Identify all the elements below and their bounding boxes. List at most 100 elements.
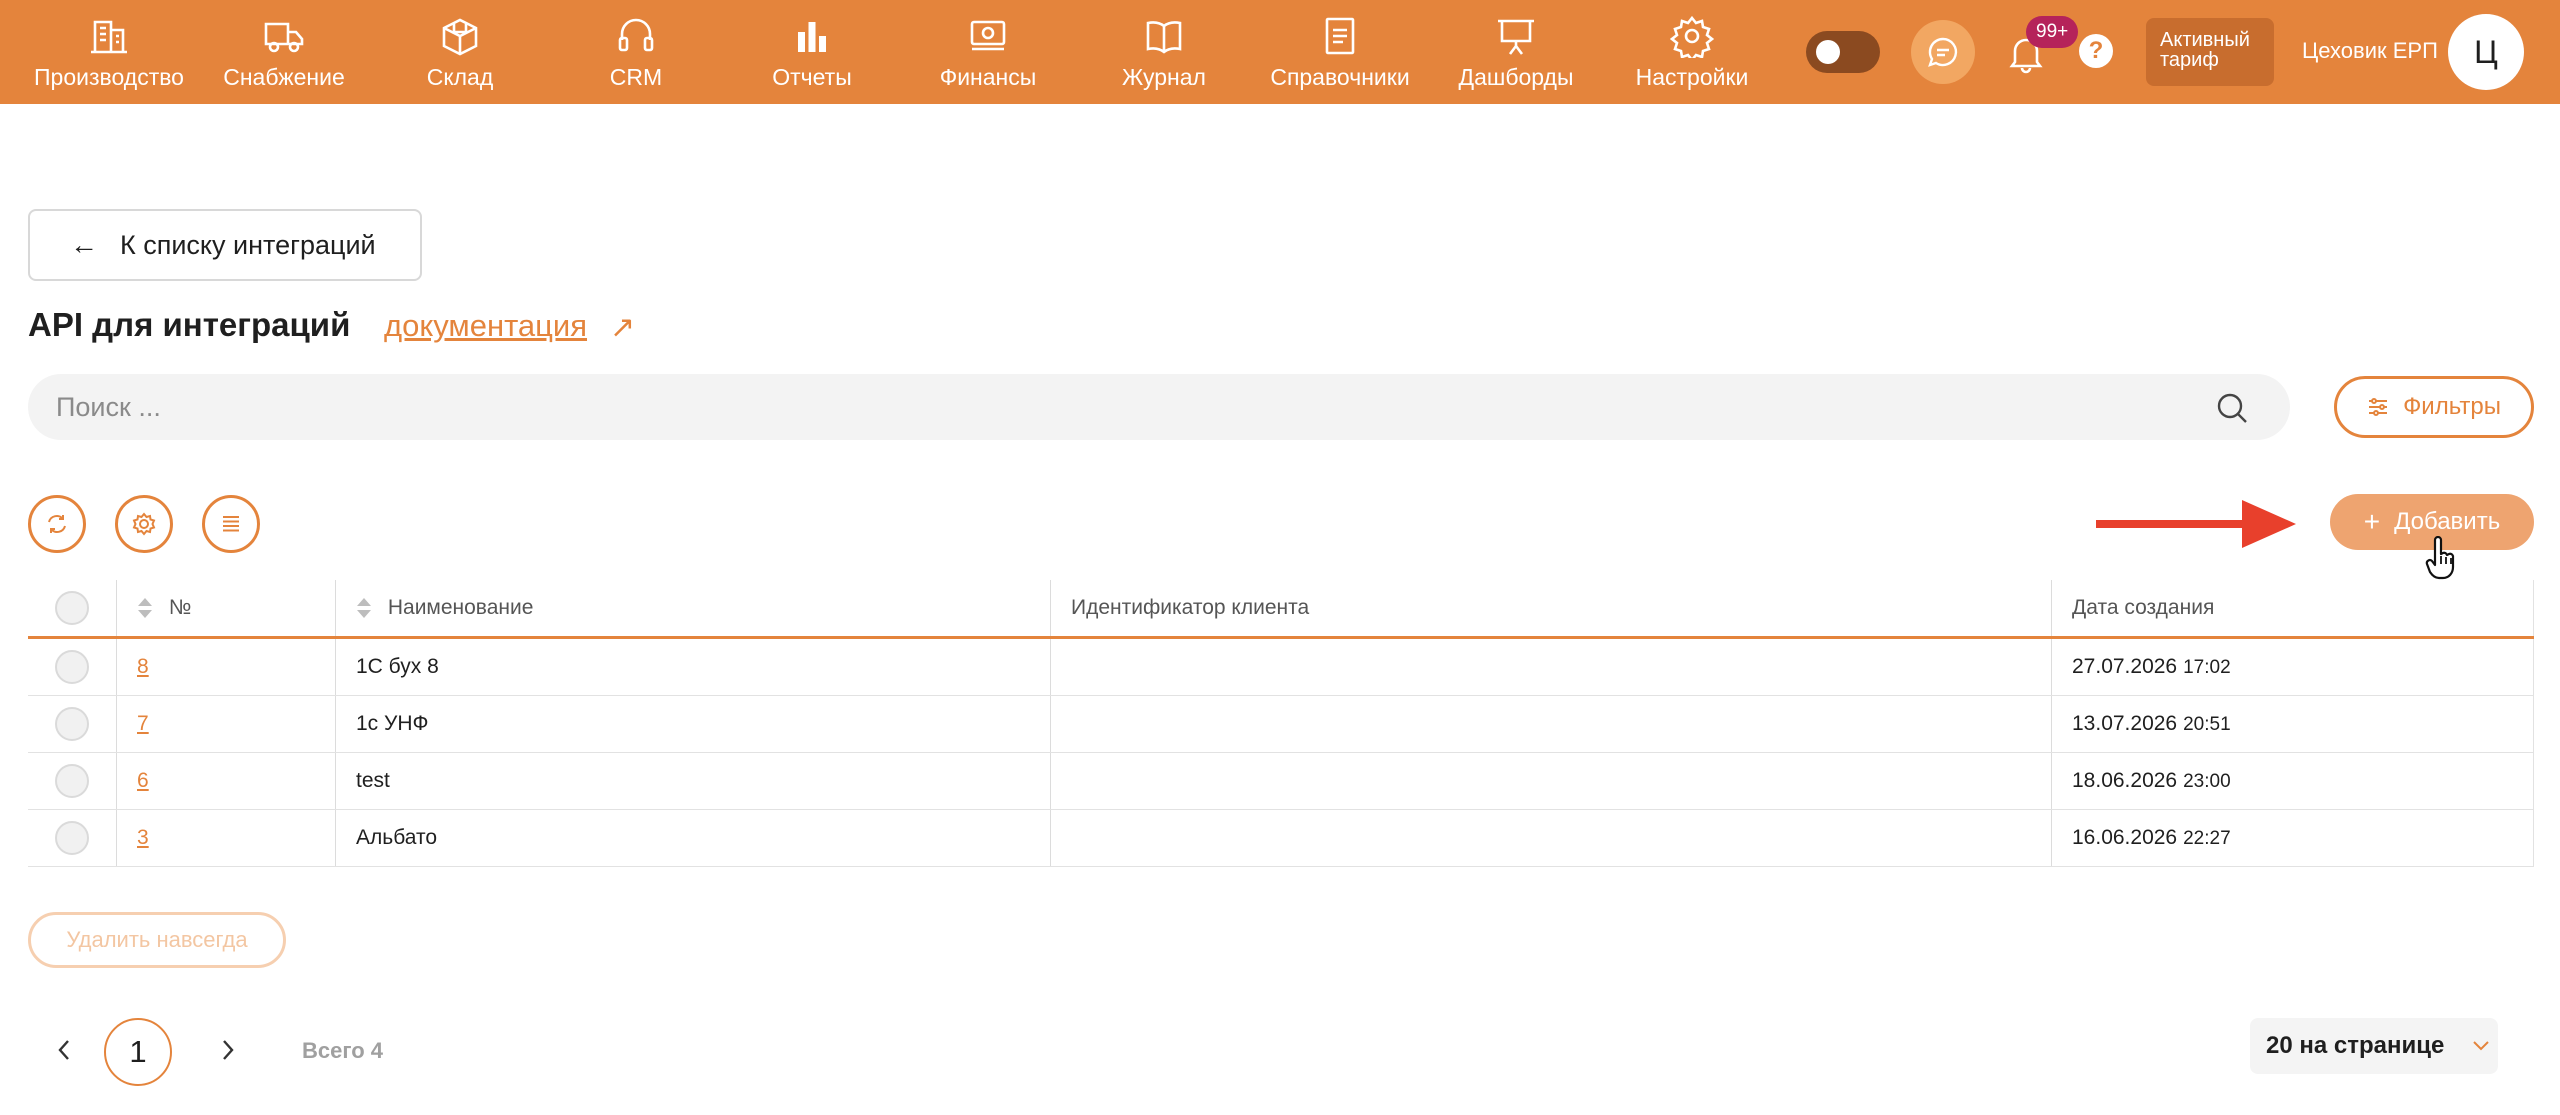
row-checkbox[interactable] (55, 707, 89, 741)
table-row[interactable]: 6 test 18.06.2026 23:00 (28, 752, 2534, 810)
help-button[interactable]: ? (2079, 34, 2113, 68)
nav-item-warehouse[interactable]: Склад (372, 0, 548, 104)
active-tariff-button[interactable]: Активный тариф (2146, 18, 2274, 86)
presentation-board-icon (1494, 14, 1538, 58)
nav-item-reports[interactable]: Отчеты (724, 0, 900, 104)
column-number[interactable]: № (116, 580, 336, 639)
per-page-select[interactable]: 20 на странице (2250, 1018, 2498, 1074)
row-id-link[interactable]: 6 (137, 769, 149, 792)
row-select-cell (28, 809, 117, 867)
truck-icon (262, 14, 306, 58)
row-name: test (335, 752, 1051, 810)
refresh-button[interactable] (28, 495, 86, 553)
search-icon[interactable] (2214, 390, 2250, 426)
column-client-id: Идентификатор клиента (1050, 580, 2052, 639)
chevron-right-icon[interactable] (216, 1036, 240, 1064)
row-id-cell: 3 (116, 809, 336, 867)
chat-button[interactable] (1911, 20, 1975, 84)
column-created-date: Дата создания (2051, 580, 2534, 639)
total-count: Всего 4 (302, 1038, 384, 1063)
column-name[interactable]: Наименование (335, 580, 1051, 639)
search-input[interactable] (28, 374, 2290, 440)
chevron-left-icon[interactable] (52, 1036, 76, 1064)
nav-item-dashboards[interactable]: Дашборды (1428, 0, 1604, 104)
row-date-cell: 16.06.2026 22:27 (2051, 809, 2534, 867)
nav-item-finance[interactable]: Финансы (900, 0, 1076, 104)
chat-bubble-icon (1928, 37, 1958, 67)
nav-item-journal[interactable]: Журнал (1076, 0, 1252, 104)
row-client-id (1050, 752, 2052, 810)
integrations-table: № Наименование Идентификатор клиента Дат… (28, 580, 2534, 867)
row-id-cell: 7 (116, 695, 336, 753)
theme-toggle[interactable] (1806, 31, 1880, 73)
sort-icon (357, 598, 371, 619)
select-all-cell (28, 580, 117, 639)
row-date-cell: 13.07.2026 20:51 (2051, 695, 2534, 753)
row-date-cell: 18.06.2026 23:00 (2051, 752, 2534, 810)
book-icon (1142, 14, 1186, 58)
sliders-icon (2369, 398, 2388, 416)
row-id-link[interactable]: 7 (137, 712, 149, 735)
row-date-cell: 27.07.2026 17:02 (2051, 637, 2534, 696)
row-time: 23:00 (2183, 771, 2231, 792)
row-checkbox[interactable] (55, 650, 89, 684)
row-date: 27.07.2026 (2072, 655, 2178, 678)
row-time: 22:27 (2183, 828, 2231, 849)
box-icon (438, 14, 482, 58)
avatar[interactable]: Ц (2448, 14, 2524, 90)
table-settings-button[interactable] (115, 495, 173, 553)
select-all-checkbox[interactable] (55, 591, 89, 625)
notifications-badge: 99+ (2026, 16, 2079, 48)
list-icon (223, 516, 239, 532)
building-icon (87, 14, 131, 58)
external-link-icon[interactable]: ↗ (610, 310, 635, 345)
row-client-id (1050, 637, 2052, 696)
nav-item-crm[interactable]: CRM (548, 0, 724, 104)
row-id-link[interactable]: 8 (137, 655, 149, 678)
gear-icon (1670, 14, 1714, 58)
table-header-row: № Наименование Идентификатор клиента Дат… (28, 580, 2534, 639)
pagination-current-page[interactable]: 1 (104, 1018, 172, 1086)
sort-icon (138, 598, 152, 619)
hand-pointer-cursor-icon (2425, 536, 2455, 580)
row-client-id (1050, 809, 2052, 867)
row-client-id (1050, 695, 2052, 753)
nav-item-production[interactable]: Производство (21, 0, 197, 104)
columns-button[interactable] (202, 495, 260, 553)
row-date: 16.06.2026 (2072, 826, 2178, 849)
add-button-label: Добавить (2394, 508, 2501, 535)
row-checkbox[interactable] (55, 821, 89, 855)
row-date: 13.07.2026 (2072, 712, 2178, 735)
per-page-value: 20 на странице (2266, 1032, 2445, 1059)
row-checkbox[interactable] (55, 764, 89, 798)
top-navigation-bar: Производство Снабжение Склад CRM Отчеты … (0, 0, 2560, 104)
filters-button[interactable]: Фильтры (2334, 376, 2534, 438)
table-row[interactable]: 3 Альбато 16.06.2026 22:27 (28, 809, 2534, 867)
money-icon (966, 14, 1010, 58)
table-row[interactable]: 8 1С бух 8 27.07.2026 17:02 (28, 637, 2534, 696)
nav-item-supply[interactable]: Снабжение (196, 0, 372, 104)
refresh-icon (48, 515, 66, 533)
nav-item-settings[interactable]: Настройки (1604, 0, 1780, 104)
back-to-integrations-button[interactable]: ← К списку интеграций (28, 209, 422, 281)
toggle-knob (1816, 40, 1840, 64)
nav-item-references[interactable]: Справочники (1252, 0, 1428, 104)
document-icon (1318, 14, 1362, 58)
row-select-cell (28, 637, 117, 696)
delete-forever-button[interactable]: Удалить навсегда (28, 912, 286, 968)
row-select-cell (28, 695, 117, 753)
bar-chart-icon (790, 14, 834, 58)
plus-icon: + (2363, 506, 2381, 537)
table-row[interactable]: 7 1с УНФ 13.07.2026 20:51 (28, 695, 2534, 753)
headset-icon (614, 14, 658, 58)
row-id-link[interactable]: 3 (137, 826, 149, 849)
chevron-down-icon (2473, 1041, 2489, 1051)
row-time: 17:02 (2183, 657, 2231, 678)
row-name: Альбато (335, 809, 1051, 867)
row-id-cell: 6 (116, 752, 336, 810)
company-name: Цеховик ЕРП (2302, 38, 2438, 63)
row-name: 1С бух 8 (335, 637, 1051, 696)
documentation-link[interactable]: документация (384, 308, 587, 344)
column-label: Дата создания (2072, 596, 2215, 619)
column-label: Идентификатор клиента (1071, 596, 1310, 619)
